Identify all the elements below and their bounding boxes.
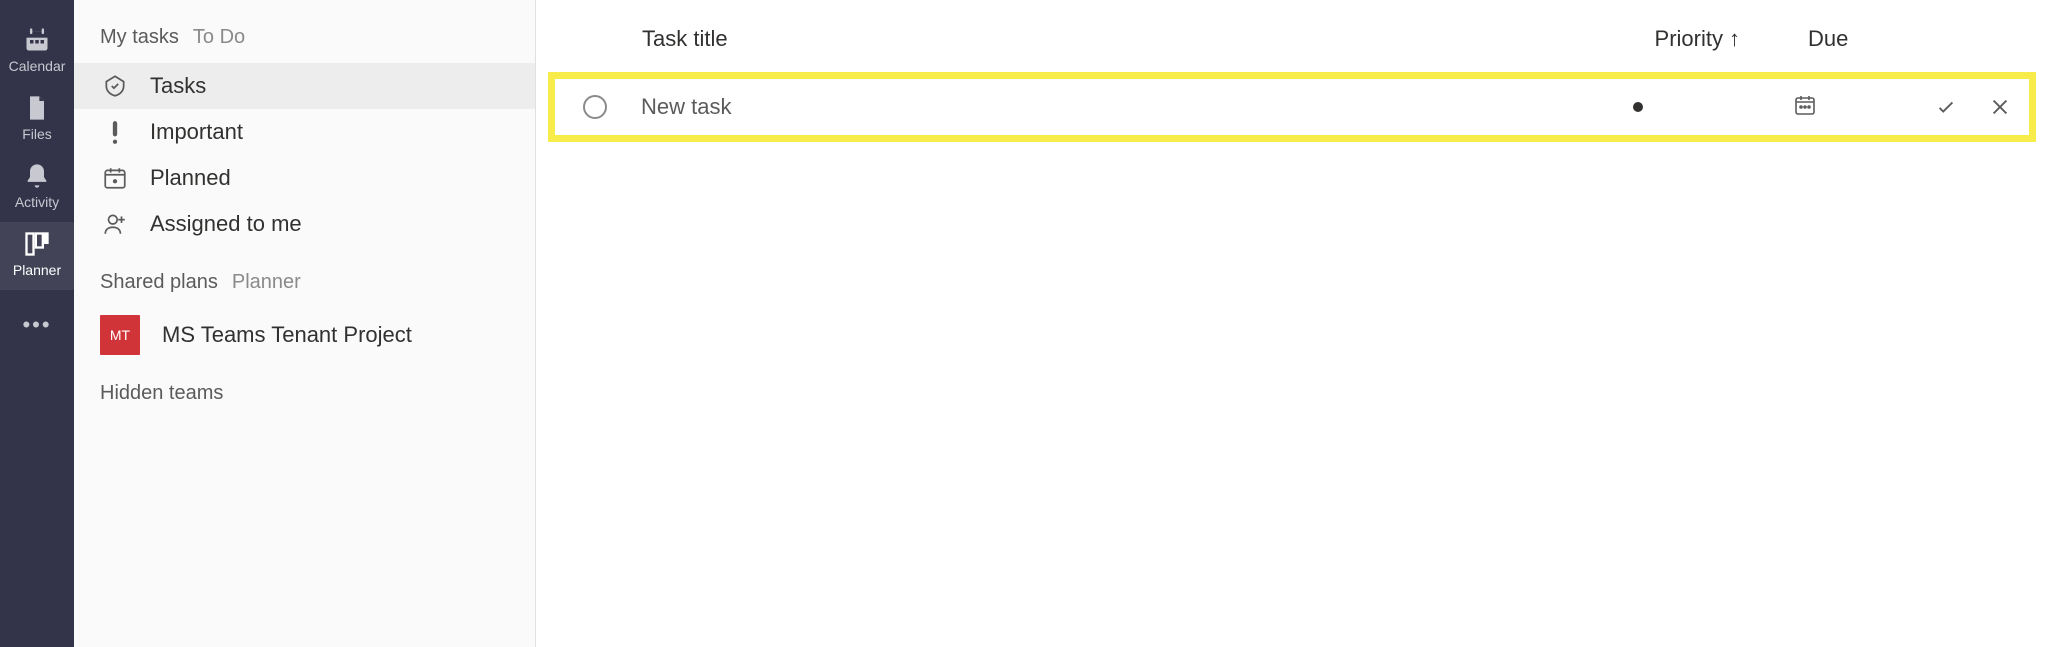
file-icon bbox=[23, 94, 51, 122]
rail-label: Planner bbox=[13, 262, 61, 278]
plan-avatar: MT bbox=[100, 315, 140, 355]
check-icon bbox=[1935, 96, 1957, 118]
nav-label: Important bbox=[150, 119, 243, 145]
important-icon bbox=[102, 119, 128, 145]
rail-item-calendar[interactable]: Calendar bbox=[0, 18, 74, 86]
new-task-highlight: New task bbox=[548, 72, 2036, 142]
due-date-picker[interactable] bbox=[1793, 93, 1817, 122]
section-sub: Planner bbox=[232, 271, 301, 294]
nav-item-plan[interactable]: MT MS Teams Tenant Project bbox=[74, 308, 535, 362]
cancel-button[interactable] bbox=[1989, 96, 2011, 118]
nav-item-important[interactable]: Important bbox=[74, 109, 535, 155]
nav-item-planned[interactable]: Planned bbox=[74, 155, 535, 201]
bell-icon bbox=[23, 162, 51, 190]
rail-item-files[interactable]: Files bbox=[0, 86, 74, 154]
nav-label: Assigned to me bbox=[150, 211, 302, 237]
plans-list: MT MS Teams Tenant Project bbox=[74, 308, 535, 362]
nav-label: MS Teams Tenant Project bbox=[162, 322, 412, 348]
new-task-input[interactable]: New task bbox=[641, 94, 1141, 120]
confirm-button[interactable] bbox=[1935, 96, 1957, 118]
close-icon bbox=[1989, 96, 2011, 118]
calendar-icon bbox=[1793, 93, 1817, 117]
hidden-teams[interactable]: Hidden teams bbox=[74, 362, 535, 425]
sort-asc-icon: ↑ bbox=[1729, 26, 1740, 52]
section-title: Shared plans bbox=[100, 271, 218, 294]
rail-more[interactable]: ••• bbox=[22, 302, 51, 348]
planner-icon bbox=[23, 230, 51, 258]
nav-panel: My tasks To Do Tasks Important Planned bbox=[74, 0, 536, 647]
rail-label: Files bbox=[22, 126, 52, 142]
tasks-icon bbox=[102, 73, 128, 99]
new-task-row[interactable]: New task bbox=[555, 79, 2029, 135]
column-task-title[interactable]: Task title bbox=[642, 26, 1142, 52]
nav-label: Planned bbox=[150, 165, 231, 191]
column-priority-label: Priority bbox=[1655, 26, 1723, 52]
nav-item-tasks[interactable]: Tasks bbox=[74, 63, 535, 109]
nav-item-assigned[interactable]: Assigned to me bbox=[74, 201, 535, 247]
rail-item-activity[interactable]: Activity bbox=[0, 154, 74, 222]
nav-label: Tasks bbox=[150, 73, 206, 99]
rail-label: Calendar bbox=[9, 58, 66, 74]
assigned-icon bbox=[102, 211, 128, 237]
rail-item-planner[interactable]: Planner bbox=[0, 222, 74, 290]
section-sub: To Do bbox=[193, 26, 245, 49]
rail-label: Activity bbox=[15, 194, 59, 210]
section-shared-plans: Shared plans Planner bbox=[74, 247, 535, 308]
columns-header: Task title Priority ↑ Due bbox=[548, 0, 2036, 72]
calendar-icon bbox=[23, 26, 51, 54]
mytasks-list: Tasks Important Planned Assigned to me bbox=[74, 63, 535, 247]
priority-picker[interactable] bbox=[1633, 102, 1643, 112]
column-priority[interactable]: Priority ↑ bbox=[1655, 26, 1808, 52]
section-title: My tasks bbox=[100, 26, 179, 49]
row-actions bbox=[1935, 96, 2011, 118]
section-my-tasks: My tasks To Do bbox=[74, 26, 535, 63]
column-due[interactable]: Due bbox=[1808, 26, 2036, 52]
main-content: Task title Priority ↑ Due New task bbox=[536, 0, 2048, 647]
app-rail: Calendar Files Activity Planner ••• bbox=[0, 0, 74, 647]
planned-icon bbox=[102, 165, 128, 191]
complete-circle-icon[interactable] bbox=[583, 95, 607, 119]
